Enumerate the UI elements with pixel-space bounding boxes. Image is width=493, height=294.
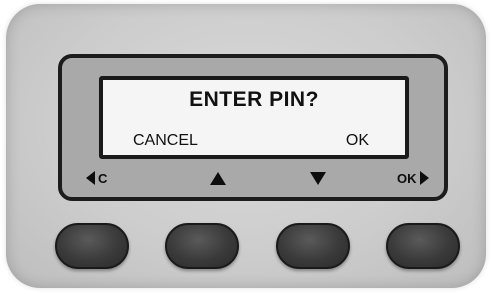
- cancel-key-legend: C: [86, 169, 107, 187]
- up-key-legend: [210, 169, 226, 187]
- softkey-label-cancel: CANCEL: [133, 132, 198, 149]
- lcd-screen: ENTER PIN? CANCEL OK: [99, 76, 409, 159]
- up-arrow-icon: [210, 171, 226, 185]
- cancel-key-letter: C: [98, 170, 108, 186]
- ok-button[interactable]: [386, 223, 460, 269]
- display-bezel: ENTER PIN? CANCEL OK C OK: [58, 54, 448, 201]
- down-arrow-icon: [310, 171, 326, 185]
- up-button[interactable]: [165, 223, 239, 269]
- ok-key-letters: OK: [397, 170, 417, 186]
- down-key-legend: [310, 169, 326, 187]
- right-arrow-icon: [419, 171, 429, 185]
- ok-key-legend: OK: [397, 169, 429, 187]
- left-arrow-icon: [86, 171, 95, 185]
- softkey-label-ok: OK: [345, 132, 369, 149]
- screen-prompt: ENTER PIN?: [189, 88, 319, 111]
- down-button[interactable]: [276, 223, 350, 269]
- cancel-button[interactable]: [55, 223, 129, 269]
